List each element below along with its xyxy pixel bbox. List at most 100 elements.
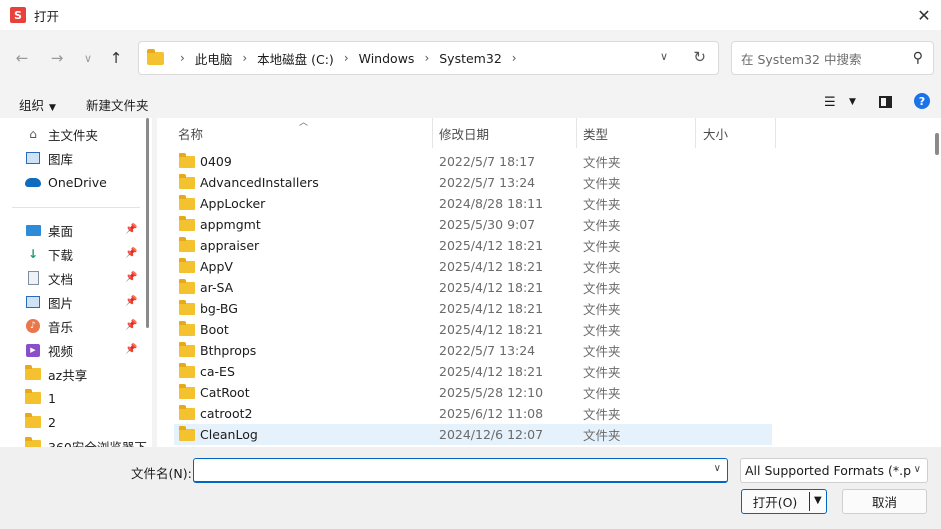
breadcrumb-system32[interactable]: System32	[439, 51, 502, 66]
sidebar-item-videos[interactable]: ▶ 视频	[25, 339, 73, 361]
search-placeholder: 在 System32 中搜索	[741, 51, 862, 67]
breadcrumb-local-disk[interactable]: 本地磁盘 (C:)	[257, 49, 334, 68]
up-button[interactable]: ↑	[105, 48, 127, 68]
caret-down-icon[interactable]: ▼	[814, 495, 822, 506]
sidebar-item-label: 360安全浏览器下	[48, 439, 147, 448]
sidebar-item-pictures[interactable]: 图片	[25, 291, 73, 313]
forward-button[interactable]: →	[46, 48, 68, 68]
file-row[interactable]: Boot 2025/4/12 18:21 文件夹	[174, 319, 772, 340]
column-divider[interactable]	[576, 118, 577, 148]
filename-label: 文件名(N):	[131, 466, 192, 481]
close-button[interactable]: ✕	[907, 0, 941, 30]
sidebar-item-label: 下载	[48, 247, 74, 263]
file-row[interactable]: AppV 2025/4/12 18:21 文件夹	[174, 256, 772, 277]
pin-icon[interactable]: 📌	[125, 224, 137, 235]
column-header-name[interactable]: 名称	[178, 124, 203, 143]
sidebar-item-label: 1	[48, 390, 56, 406]
breadcrumb-separator-icon[interactable]: ›	[512, 51, 517, 65]
sidebar-item-az-share[interactable]: az共享	[25, 363, 87, 385]
folder-icon	[179, 278, 195, 294]
caret-down-icon[interactable]: ▼	[849, 97, 856, 107]
sidebar-item-1[interactable]: 1	[25, 387, 56, 409]
document-icon	[25, 271, 41, 285]
pin-icon[interactable]: 📌	[125, 344, 137, 355]
chevron-down-icon[interactable]: ∨	[714, 463, 721, 474]
sidebar-item-onedrive[interactable]: OneDrive	[25, 171, 107, 193]
folder-icon	[179, 425, 195, 441]
file-type: 文件夹	[583, 176, 621, 191]
breadcrumb-separator-icon[interactable]: ›	[180, 51, 185, 65]
file-date: 2024/8/28 18:11	[439, 196, 544, 211]
file-name: AppV	[200, 259, 233, 274]
file-row[interactable]: AppLocker 2024/8/28 18:11 文件夹	[174, 193, 772, 214]
column-divider[interactable]	[695, 118, 696, 148]
file-row[interactable]: appmgmt 2025/5/30 9:07 文件夹	[174, 214, 772, 235]
column-divider[interactable]	[432, 118, 433, 148]
pin-icon[interactable]: 📌	[125, 248, 137, 259]
sidebar-item-home[interactable]: ⌂ 主文件夹	[25, 123, 98, 145]
back-button[interactable]: ←	[11, 48, 33, 68]
breadcrumb-windows[interactable]: Windows	[359, 51, 415, 66]
open-button[interactable]: 打开(O) ▼	[741, 489, 827, 514]
preview-pane-icon[interactable]	[879, 96, 892, 108]
sidebar-item-music[interactable]: ♪ 音乐	[25, 315, 73, 337]
sidebar-item-2[interactable]: 2	[25, 411, 56, 433]
pin-icon[interactable]: 📌	[125, 296, 137, 307]
filename-input[interactable]: ∨	[193, 458, 728, 483]
sidebar-item-360-browser[interactable]: 360安全浏览器下	[25, 435, 147, 447]
column-header-size[interactable]: 大小	[703, 124, 728, 143]
open-button-label: 打开(O)	[752, 495, 798, 510]
file-date: 2025/6/12 11:08	[439, 406, 544, 421]
file-type-filter[interactable]: All Supported Formats (*.pd ∨	[740, 458, 928, 483]
column-divider[interactable]	[775, 118, 776, 148]
file-name: ar-SA	[200, 280, 234, 295]
file-date: 2025/4/12 18:21	[439, 322, 544, 337]
file-row[interactable]: ca-ES 2025/4/12 18:21 文件夹	[174, 361, 772, 382]
chevron-down-icon[interactable]: ∨	[910, 464, 921, 475]
file-list-scrollbar[interactable]	[935, 133, 939, 155]
file-row[interactable]: 0409 2022/5/7 18:17 文件夹	[174, 151, 772, 172]
sidebar-item-documents[interactable]: 文档	[25, 267, 73, 289]
organize-button[interactable]: 组织 ▼	[19, 95, 56, 114]
file-row[interactable]: catroot2 2025/6/12 11:08 文件夹	[174, 403, 772, 424]
refresh-icon[interactable]: ↻	[693, 48, 706, 66]
recent-locations-button[interactable]: ∨	[77, 48, 99, 68]
pin-icon[interactable]: 📌	[125, 272, 137, 283]
file-row[interactable]: AdvancedInstallers 2022/5/7 13:24 文件夹	[174, 172, 772, 193]
file-row[interactable]: CatRoot 2025/5/28 12:10 文件夹	[174, 382, 772, 403]
sidebar-item-label: 文档	[48, 271, 74, 287]
breadcrumb-separator-icon[interactable]: ›	[424, 51, 429, 65]
breadcrumb-separator-icon[interactable]: ›	[344, 51, 349, 65]
new-folder-button[interactable]: 新建文件夹	[86, 95, 149, 114]
pin-icon[interactable]: 📌	[125, 320, 137, 331]
file-row[interactable]: ar-SA 2025/4/12 18:21 文件夹	[174, 277, 772, 298]
file-date: 2025/4/12 18:21	[439, 280, 544, 295]
title-bar: S 打开 ✕	[0, 0, 941, 30]
chevron-down-icon[interactable]: ∨	[660, 50, 668, 63]
sidebar-item-downloads[interactable]: ↓ 下载	[25, 243, 73, 265]
organize-label: 组织	[19, 98, 45, 113]
file-row[interactable]: bg-BG 2025/4/12 18:21 文件夹	[174, 298, 772, 319]
column-header-date[interactable]: 修改日期	[439, 124, 489, 143]
cancel-button[interactable]: 取消	[842, 489, 927, 514]
sidebar-scrollbar[interactable]	[146, 118, 149, 328]
search-input[interactable]: 在 System32 中搜索 ⚲	[731, 41, 934, 75]
view-options-icon[interactable]: ☰	[824, 95, 836, 110]
column-header-type[interactable]: 类型	[583, 124, 608, 143]
address-bar[interactable]: › 此电脑 › 本地磁盘 (C:) › Windows › System32 ›…	[138, 41, 719, 75]
sidebar-item-desktop[interactable]: 桌面	[25, 219, 73, 241]
file-row[interactable]: Bthprops 2022/5/7 13:24 文件夹	[174, 340, 772, 361]
file-name: catroot2	[200, 406, 253, 421]
arrow-right-icon: →	[50, 49, 64, 67]
sidebar-item-gallery[interactable]: 图库	[25, 147, 73, 169]
file-row[interactable]: appraiser 2025/4/12 18:21 文件夹	[174, 235, 772, 256]
breadcrumb-this-pc[interactable]: 此电脑	[195, 49, 233, 68]
sidebar-item-label: OneDrive	[48, 174, 107, 190]
file-row-selected[interactable]: CleanLog 2024/12/6 12:07 文件夹	[174, 424, 772, 445]
file-name: 0409	[200, 154, 232, 169]
search-icon[interactable]: ⚲	[913, 50, 923, 66]
file-type: 文件夹	[583, 281, 621, 296]
breadcrumb-separator-icon[interactable]: ›	[242, 51, 247, 65]
folder-icon	[179, 404, 195, 420]
help-icon[interactable]: ?	[914, 93, 930, 109]
